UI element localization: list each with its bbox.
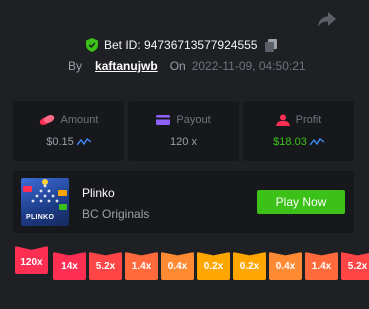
trend-icon — [76, 138, 91, 146]
username-link[interactable]: kaftanujwb — [95, 59, 158, 73]
coins-icon — [39, 115, 54, 125]
wallet-icon — [156, 115, 171, 125]
bet-id-text: Bet ID: 94736713577924555 — [104, 38, 258, 52]
stat-profit: Profit $18.03 — [243, 101, 354, 161]
share-icon[interactable] — [317, 10, 337, 28]
bucket-multiplier: 1.4x — [305, 252, 338, 280]
stat-amount-value: $0.15 — [46, 136, 74, 148]
stat-amount-label: Amount — [60, 114, 99, 126]
stat-payout-label: Payout — [176, 114, 211, 126]
game-title[interactable]: Plinko — [82, 186, 115, 200]
stat-payout: Payout 120 x — [128, 101, 239, 161]
bucket-hit: 120x — [15, 246, 48, 274]
bucket-multiplier: 1.4x — [125, 252, 158, 280]
stat-payout-value: 120 x — [170, 136, 197, 148]
game-card: PLINKO Plinko BC Originals Play Now — [13, 171, 354, 233]
play-now-button[interactable]: Play Now — [257, 190, 345, 214]
trend-icon — [309, 138, 324, 146]
bucket-multiplier: 0.4x — [269, 252, 302, 280]
bucket-multiplier: 0.2x — [233, 252, 266, 280]
stat-amount: Amount $0.15 — [13, 101, 124, 161]
bet-byline: By kaftanujwb On 2022-11-09, 04:50:21 — [68, 58, 306, 74]
copy-icon[interactable] — [265, 38, 278, 52]
bucket-multiplier: 14x — [53, 252, 86, 280]
bet-id-row: Bet ID: 94736713577924555 — [86, 37, 278, 53]
stat-profit-label: Profit — [295, 114, 322, 126]
bucket-multiplier: 5.2x — [341, 252, 369, 280]
bucket-multiplier: 0.4x — [161, 252, 194, 280]
by-label: By — [68, 59, 83, 73]
bet-stats: Amount $0.15 Payout 120 x Profit $18.03 — [13, 101, 354, 161]
profit-icon — [275, 114, 290, 126]
shield-check-icon — [86, 38, 98, 52]
plinko-buckets: 120x 14x 5.2x 1.4x 0.4x 0.2x 0.2x 0.4x 1.4x 5.2x — [15, 246, 369, 280]
thumb-label: PLINKO — [26, 214, 55, 221]
stat-profit-value: $18.03 — [273, 136, 307, 148]
on-label: On — [169, 59, 186, 73]
bucket-multiplier: 0.2x — [197, 252, 230, 280]
bucket-multiplier: 5.2x — [89, 252, 122, 280]
game-thumbnail[interactable]: PLINKO — [21, 178, 69, 226]
game-provider: BC Originals — [82, 207, 150, 221]
bet-datetime: 2022-11-09, 04:50:21 — [191, 59, 306, 73]
